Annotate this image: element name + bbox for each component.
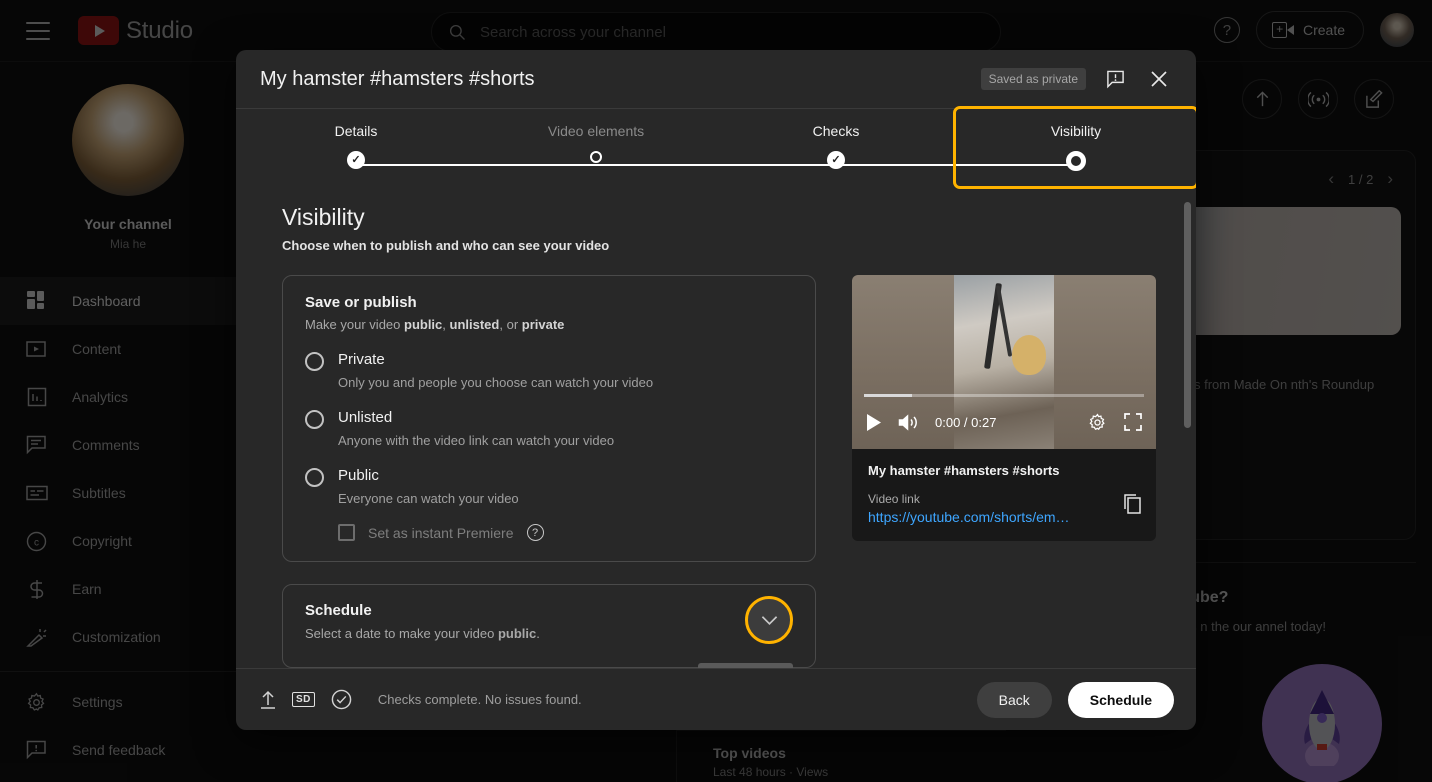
video-preview-column: 0:00 / 0:27 My hamster #hamsters #shorts… — [852, 275, 1156, 668]
radio-label: Private — [338, 351, 385, 368]
desc-or: , or — [499, 317, 522, 332]
schedule-desc-prefix: Select a date to make your video — [305, 626, 498, 641]
step-label: Checks — [812, 123, 860, 139]
step-label: Video elements — [547, 123, 645, 139]
step-details[interactable]: Details ✓ — [236, 109, 476, 186]
radio-icon — [305, 410, 324, 429]
video-link-label: Video link — [868, 492, 920, 506]
step-label: Details — [334, 123, 378, 139]
copy-icon[interactable] — [1123, 493, 1142, 519]
step-node-incomplete — [590, 151, 602, 163]
visibility-options-column: Save or publish Make your video public, … — [282, 275, 816, 668]
step-video-elements[interactable]: Video elements — [476, 109, 716, 186]
gear-icon[interactable] — [1088, 413, 1107, 432]
video-meta: My hamster #hamsters #shorts Video link … — [852, 449, 1156, 541]
radio-option-public[interactable]: Public Everyone can watch your video — [305, 467, 793, 506]
upload-icon — [260, 690, 276, 709]
save-or-publish-panel: Save or publish Make your video public, … — [282, 275, 816, 562]
step-node-current — [1066, 151, 1086, 171]
radio-icon — [305, 468, 324, 487]
instant-premiere-row[interactable]: Set as instant Premiere ? — [338, 524, 793, 541]
radio-label: Unlisted — [338, 409, 393, 426]
step-checks[interactable]: Checks ✓ — [716, 109, 956, 186]
instant-premiere-label: Set as instant Premiere — [368, 524, 514, 541]
instant-premiere-checkbox[interactable] — [338, 524, 355, 541]
chevron-down-icon — [761, 615, 777, 625]
page-title: Visibility — [282, 204, 365, 230]
schedule-expand-button[interactable]: Click to expand — [697, 596, 793, 668]
desc-unlisted: unlisted — [449, 317, 500, 332]
quality-badge: SD — [292, 692, 315, 707]
video-upload-dialog: My hamster #hamsters #shorts Saved as pr… — [236, 50, 1196, 730]
radio-description: Everyone can watch your video — [338, 491, 519, 506]
video-player[interactable]: 0:00 / 0:27 — [852, 275, 1156, 449]
radio-description: Only you and people you choose can watch… — [338, 375, 654, 390]
close-icon[interactable] — [1144, 64, 1174, 94]
schedule-desc-suffix: . — [536, 626, 540, 641]
schedule-description: Select a date to make your video public. — [305, 626, 793, 641]
panel-description: Make your video public, unlisted, or pri… — [305, 317, 793, 332]
dialog-body: Visibility Choose when to publish and wh… — [236, 186, 1196, 668]
step-visibility[interactable]: Visibility — [953, 106, 1196, 189]
video-preview-card: 0:00 / 0:27 My hamster #hamsters #shorts… — [852, 275, 1156, 541]
checks-status-text: Checks complete. No issues found. — [377, 692, 582, 707]
panel-title: Save or publish — [305, 294, 417, 311]
back-button[interactable]: Back — [976, 681, 1052, 718]
dialog-title: My hamster #hamsters #shorts — [260, 67, 535, 90]
desc-comma: , — [442, 317, 450, 332]
step-node-complete: ✓ — [347, 151, 365, 169]
schedule-panel: Schedule Select a date to make your vide… — [282, 584, 816, 668]
step-node-complete: ✓ — [827, 151, 845, 169]
dialog-scrollbar[interactable] — [1184, 196, 1191, 658]
volume-icon[interactable] — [898, 413, 918, 431]
video-progress-bar[interactable] — [864, 394, 1144, 397]
radio-description: Anyone with the video link can watch you… — [338, 433, 615, 448]
video-link-value[interactable]: https://youtube.com/shorts/em… — [868, 509, 1083, 525]
dialog-content: Visibility Choose when to publish and wh… — [236, 186, 1196, 668]
video-controls: 0:00 / 0:27 — [852, 403, 1156, 441]
radio-option-private[interactable]: Private Only you and people you choose c… — [305, 351, 793, 390]
step-label: Visibility — [1050, 123, 1102, 139]
schedule-desc-bold: public — [497, 626, 537, 641]
play-icon[interactable] — [866, 413, 881, 431]
page-subtitle: Choose when to publish and who can see y… — [282, 238, 610, 253]
desc-private: private — [521, 317, 565, 332]
schedule-button[interactable]: Schedule — [1067, 681, 1174, 718]
dialog-stepper: Details ✓ Video elements Checks ✓ Visibi… — [236, 106, 1196, 189]
video-time: 0:00 / 0:27 — [935, 414, 997, 430]
radio-label: Public — [338, 467, 379, 484]
check-circle-icon — [331, 689, 352, 710]
fullscreen-icon[interactable] — [1124, 413, 1142, 431]
radio-icon — [305, 352, 324, 371]
desc-prefix: Make your video — [305, 317, 404, 332]
radio-option-unlisted[interactable]: Unlisted Anyone with the video link can … — [305, 409, 793, 448]
preview-video-title: My hamster #hamsters #shorts — [868, 463, 1060, 478]
status-badge: Saved as private — [980, 68, 1086, 90]
dialog-header: My hamster #hamsters #shorts Saved as pr… — [236, 50, 1196, 108]
dialog-footer: SD Checks complete. No issues found. Bac… — [236, 668, 1196, 730]
schedule-title: Schedule — [305, 602, 372, 619]
desc-public: public — [404, 317, 443, 332]
help-icon[interactable]: ? — [526, 524, 544, 541]
report-icon[interactable] — [1100, 64, 1130, 94]
expand-tooltip: Click to expand — [697, 663, 793, 668]
